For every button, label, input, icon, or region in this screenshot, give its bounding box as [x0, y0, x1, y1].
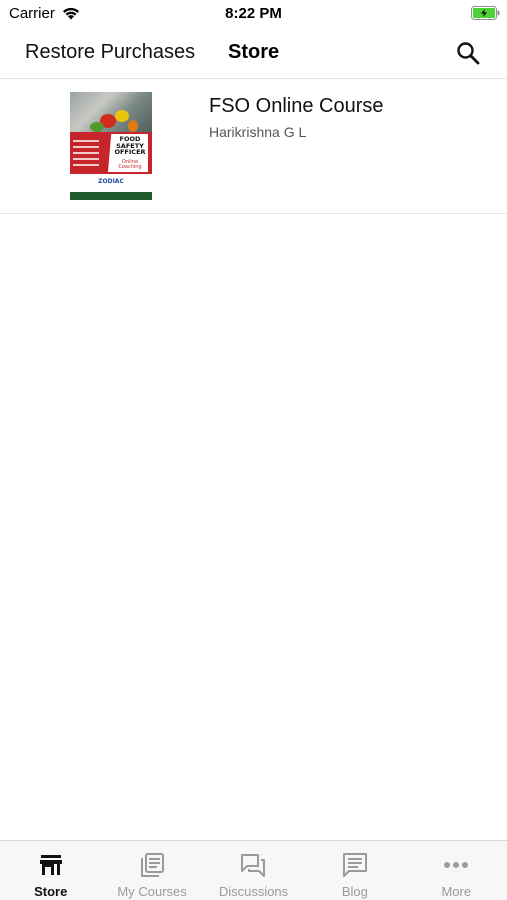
tab-more[interactable]: More — [406, 841, 507, 900]
thumbnail-bullets — [73, 140, 103, 170]
search-icon[interactable] — [455, 40, 481, 66]
restore-purchases-button[interactable]: Restore Purchases — [25, 41, 195, 64]
tab-blog[interactable]: Blog — [304, 841, 405, 900]
tab-label: Discussions — [218, 884, 289, 899]
thumbnail-photo — [70, 92, 152, 136]
course-thumbnail: FOOD SAFETY OFFICER Online Coaching ZODI… — [70, 92, 152, 200]
discussions-icon — [241, 854, 266, 877]
store-icon — [39, 855, 62, 875]
more-icon — [444, 862, 469, 868]
clock: 8:22 PM — [225, 5, 282, 22]
course-list: FOOD SAFETY OFFICER Online Coaching ZODI… — [0, 80, 507, 214]
thumbnail-logo: ZODIAC — [98, 178, 124, 185]
my-courses-icon — [141, 853, 165, 877]
course-author: Harikrishna G L — [209, 124, 307, 140]
tab-store[interactable]: Store — [0, 841, 101, 900]
tab-label: Store — [34, 884, 68, 899]
thumbnail-headline: FOOD SAFETY OFFICER — [114, 135, 146, 156]
thumbnail-strip — [70, 192, 152, 200]
top-nav: Restore Purchases Store — [0, 28, 507, 79]
battery-icon — [471, 6, 500, 20]
tab-my-courses[interactable]: My Courses — [101, 841, 202, 900]
page-title: Store — [228, 41, 280, 63]
tab-label: My Courses — [117, 884, 187, 899]
tab-bar: Store My Courses Discussions Blog More — [0, 840, 507, 900]
tab-discussions[interactable]: Discussions — [203, 841, 304, 900]
course-list-item[interactable]: FOOD SAFETY OFFICER Online Coaching ZODI… — [0, 80, 507, 214]
tab-label: Blog — [341, 884, 368, 899]
thumbnail-subline: Online Coaching — [118, 159, 142, 170]
status-bar: Carrier 8:22 PM — [0, 0, 507, 28]
tab-label: More — [441, 884, 472, 899]
blog-icon — [342, 853, 367, 877]
course-title: FSO Online Course — [209, 95, 384, 117]
